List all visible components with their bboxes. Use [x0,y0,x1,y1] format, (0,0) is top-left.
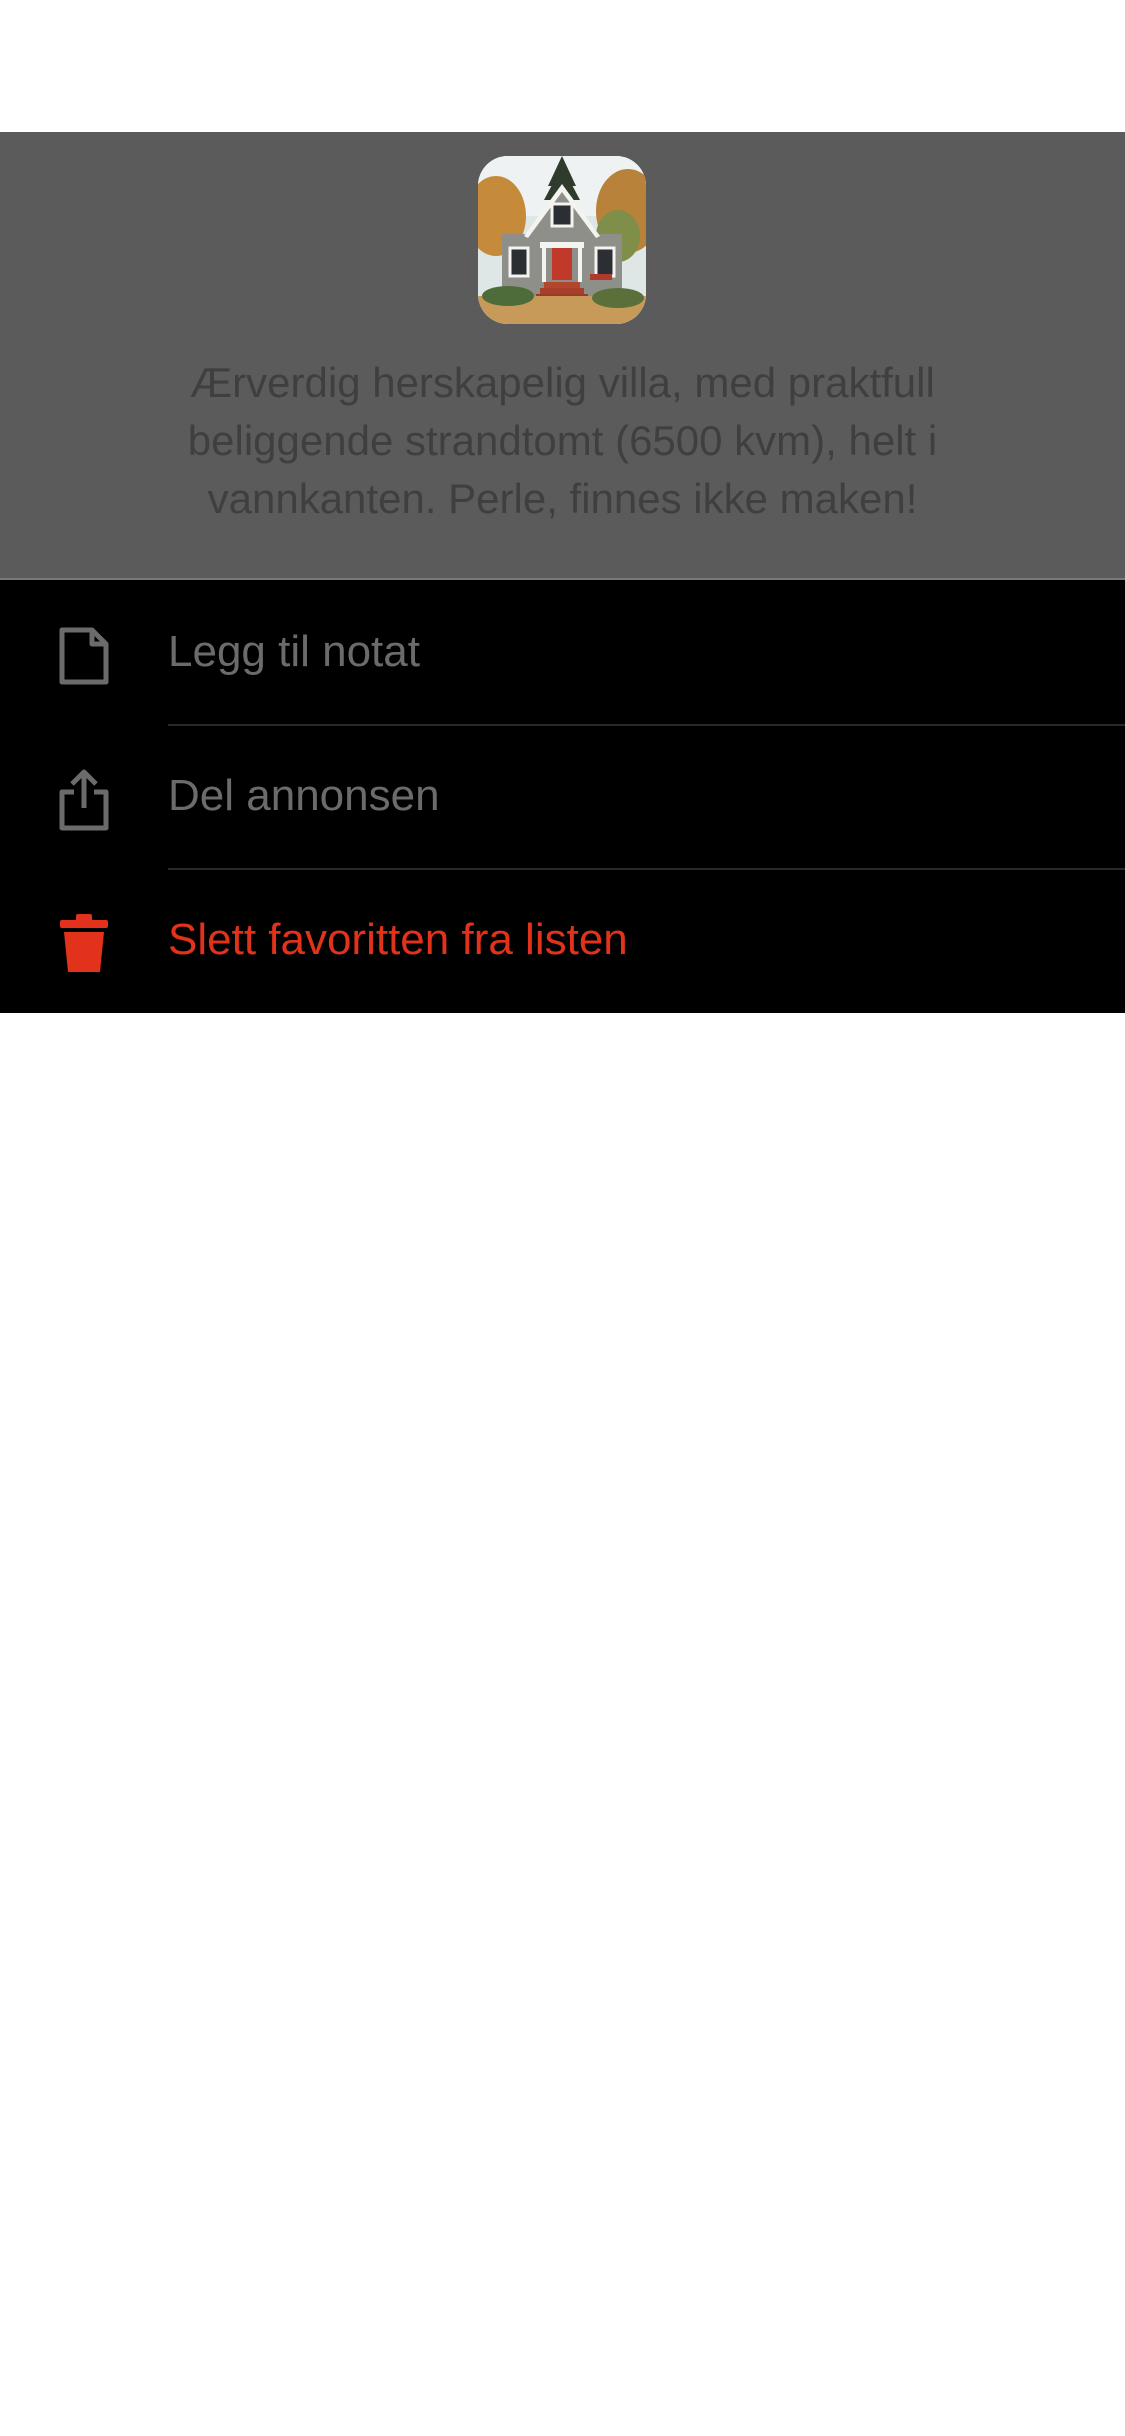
ad-thumbnail [478,156,646,324]
screen: Ærverdig herskapelig villa, med praktful… [0,0,1125,2436]
menu-item-add-note[interactable]: Legg til notat [0,580,1125,724]
trash-icon [52,912,116,976]
action-sheet: Legg til notat Del annonsen Slett favori… [0,580,1125,1013]
share-icon [52,768,116,832]
menu-item-share-ad[interactable]: Del annonsen [0,724,1125,868]
note-icon [52,624,116,688]
house-image [478,156,646,324]
ad-header-card: Ærverdig herskapelig villa, med praktful… [0,132,1125,580]
menu-item-label: Legg til notat [168,627,420,676]
menu-item-label: Slett favoritten fra listen [168,915,628,964]
menu-item-delete-favorite[interactable]: Slett favoritten fra listen [0,868,1125,1012]
menu-item-label: Del annonsen [168,771,440,820]
status-bar [0,0,1125,132]
ad-title: Ærverdig herskapelig villa, med praktful… [187,359,938,522]
